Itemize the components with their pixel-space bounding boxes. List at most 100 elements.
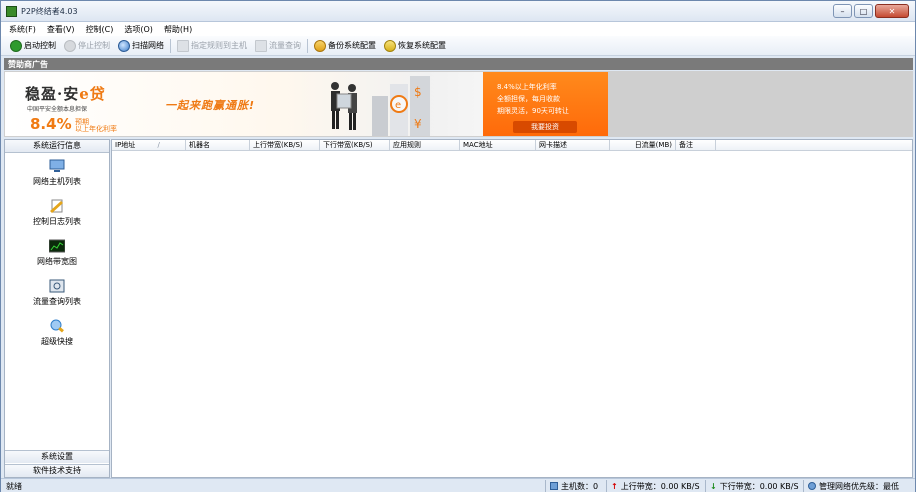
column-nic[interactable]: 网卡描述: [536, 140, 610, 150]
scan-network-button[interactable]: 扫描网络: [116, 38, 166, 54]
backup-config-icon: [314, 39, 326, 52]
main-window: P2P终结者4.03 – □ ✕ 系统(F) 查看(V) 控制(C) 选项(O)…: [0, 0, 916, 492]
sponsor-banner: 稳盈·安e贷 中国平安全额本息担保 8.4% 预期 以上年化利率 一起来跑赢通胀…: [4, 71, 913, 137]
traffic-list-icon: [49, 279, 65, 293]
sponsor-header: 赞助商广告: [4, 58, 913, 70]
sidebar-item-label: 网络主机列表: [33, 177, 81, 186]
stop-control-button[interactable]: 停止控制: [62, 38, 112, 54]
status-ready: 就绪: [6, 482, 22, 491]
backup-config-button[interactable]: 备份系统配置: [312, 38, 378, 54]
menu-help[interactable]: 帮助(H): [164, 24, 192, 35]
column-label: IP地址: [115, 141, 136, 149]
ad-slogan: 一起来跑赢通胀!: [165, 99, 256, 112]
column-label: 日流量(MB): [634, 141, 672, 149]
sidebar-item-traffic-list[interactable]: 流量查询列表: [5, 273, 109, 313]
traffic-query-icon: [255, 39, 267, 52]
svg-text:¥: ¥: [414, 117, 422, 131]
column-label: 备注: [679, 141, 693, 149]
ad-offer-panel: 8.4%以上年化利率 全额担保，每月收款 期限灵活，90天可转让 我要投资: [483, 72, 608, 136]
ad-invest-button[interactable]: 我要投资: [513, 121, 577, 133]
sidebar-item-bandwidth-chart[interactable]: 网络带宽图: [5, 233, 109, 273]
menu-system[interactable]: 系统(F): [9, 24, 36, 35]
download-arrow-icon: ↓: [710, 481, 717, 491]
assign-rule-label: 指定规则到主机: [191, 41, 247, 50]
toolbar-separator: [170, 38, 171, 53]
sidebar-item-label: 控制日志列表: [33, 217, 81, 226]
sidebar-item-super-search[interactable]: 超级快搜: [5, 313, 109, 353]
column-label: 网卡描述: [539, 141, 567, 149]
ad-subtitle: 中国平安全额本息担保: [27, 106, 88, 113]
host-list-icon: [49, 159, 65, 172]
close-icon: ✕: [888, 6, 896, 16]
title-bar[interactable]: P2P终结者4.03 – □ ✕: [1, 1, 915, 22]
column-label: 下行带宽(KB/S): [323, 141, 373, 149]
menu-control[interactable]: 控制(C): [86, 24, 114, 35]
ad-rate-note-line-2: 以上年化利率: [75, 125, 117, 133]
minimize-button[interactable]: –: [833, 4, 852, 18]
column-upload[interactable]: 上行带宽(KB/S): [250, 140, 320, 150]
restore-config-icon: [384, 39, 396, 52]
backup-config-label: 备份系统配置: [328, 41, 376, 50]
svg-text:e: e: [395, 100, 401, 111]
play-control-icon: [10, 39, 22, 52]
super-search-icon: [50, 319, 64, 333]
ad-money-illustration: e $ ¥: [372, 76, 430, 136]
sidebar-system-settings[interactable]: 系统设置: [5, 450, 109, 463]
ad-rate-note: 预期 以上年化利率: [75, 119, 117, 133]
status-hosts-text: 主机数：0: [561, 481, 599, 491]
status-priority-text: 管理网络优先级：最低: [819, 481, 899, 491]
sidebar: 系统运行信息 网络主机列表 控制日志列表 网络带宽图 流量查询列表 超级快搜 系…: [4, 139, 110, 478]
start-control-button[interactable]: 启动控制: [8, 38, 58, 54]
close-button[interactable]: ✕: [875, 4, 909, 18]
toolbar: 启动控制 停止控制 扫描网络 指定规则到主机 流量查询 备份系统配置 恢复系统配…: [1, 36, 915, 56]
ad-bullet: 期限灵活，90天可转让: [497, 107, 569, 115]
sidebar-item-label: 网络带宽图: [37, 257, 77, 266]
sidebar-item-label: 流量查询列表: [33, 297, 81, 306]
traffic-query-button[interactable]: 流量查询: [253, 38, 303, 54]
column-ip[interactable]: IP地址 /: [112, 140, 186, 150]
status-upload-text: 上行带宽：0.00 KB/S: [620, 481, 700, 491]
host-count-icon: [550, 482, 558, 490]
toolbar-separator: [307, 38, 308, 53]
window-controls: – □ ✕: [833, 4, 909, 18]
menu-view[interactable]: 查看(V): [47, 24, 75, 35]
column-machine-name[interactable]: 机器名: [186, 140, 250, 150]
column-label: 机器名: [189, 141, 210, 149]
scan-network-icon: [118, 39, 130, 52]
app-logo-icon: [6, 6, 17, 17]
column-download[interactable]: 下行带宽(KB/S): [320, 140, 390, 150]
status-bar: 就绪 主机数：0 ↑ 上行带宽：0.00 KB/S ↓ 下行带宽：0.00 KB…: [1, 478, 915, 492]
upload-arrow-icon: ↑: [611, 481, 618, 491]
column-rule[interactable]: 应用规则: [390, 140, 460, 150]
traffic-query-label: 流量查询: [269, 41, 301, 50]
status-hosts: 主机数：0: [545, 480, 598, 492]
column-daily-traffic[interactable]: 日流量(MB): [610, 140, 676, 150]
status-download: ↓ 下行带宽：0.00 KB/S: [705, 480, 799, 492]
sidebar-item-host-list[interactable]: 网络主机列表: [5, 153, 109, 193]
sidebar-item-control-log[interactable]: 控制日志列表: [5, 193, 109, 233]
column-label: 上行带宽(KB/S): [253, 141, 303, 149]
sidebar-header[interactable]: 系统运行信息: [5, 140, 109, 153]
control-log-icon: [50, 199, 63, 213]
column-label: 应用规则: [393, 141, 421, 149]
status-download-text: 下行带宽：0.00 KB/S: [719, 481, 799, 491]
start-control-label: 启动控制: [24, 41, 56, 50]
column-note[interactable]: 备注: [676, 140, 716, 150]
ad-brand-name: 稳盈·安: [25, 85, 80, 103]
svg-text:$: $: [414, 85, 422, 99]
assign-rule-button[interactable]: 指定规则到主机: [175, 38, 249, 54]
sidebar-tech-support[interactable]: 软件技术支持: [5, 464, 109, 477]
maximize-button[interactable]: □: [854, 4, 873, 18]
ad-bullet: 8.4%以上年化利率: [497, 83, 557, 91]
sort-indicator-icon: /: [157, 141, 160, 149]
priority-icon: [808, 482, 816, 490]
ad-brand-suffix: e贷: [79, 85, 106, 103]
status-priority: 管理网络优先级：最低: [803, 480, 899, 492]
restore-config-label: 恢复系统配置: [398, 41, 446, 50]
restore-config-button[interactable]: 恢复系统配置: [382, 38, 448, 54]
ad-rate: 8.4%: [30, 115, 72, 133]
ad-banner[interactable]: 稳盈·安e贷 中国平安全额本息担保 8.4% 预期 以上年化利率 一起来跑赢通胀…: [5, 72, 608, 136]
stop-control-label: 停止控制: [78, 41, 110, 50]
menu-options[interactable]: 选项(O): [124, 24, 153, 35]
column-mac[interactable]: MAC地址: [460, 140, 536, 150]
